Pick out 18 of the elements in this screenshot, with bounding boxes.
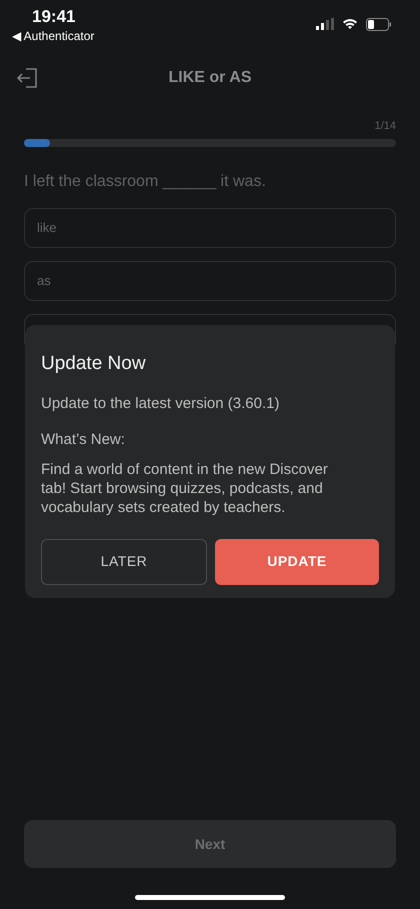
status-time: 19:41	[32, 6, 76, 28]
update-button[interactable]: UPDATE	[215, 538, 379, 584]
whats-new-label: What’s New:	[41, 430, 126, 450]
exit-icon	[16, 68, 38, 88]
signal-icon	[316, 18, 334, 30]
question-text: I left the classroom ______ it was.	[24, 172, 267, 192]
battery-icon	[366, 18, 392, 31]
wifi-icon	[342, 18, 358, 30]
whats-new-text: Find a world of content in the new Discover tab! Start browsing quizzes, podcasts, and vocabulary sets created by teachers.	[41, 460, 329, 516]
exit-button[interactable]	[16, 66, 38, 90]
screen-title: LIKE or AS	[168, 69, 252, 86]
back-to-app-link[interactable]: ◀ Authenticator	[12, 28, 94, 44]
dialog-title: Update Now	[41, 352, 147, 376]
answer-option[interactable]: like	[24, 208, 396, 248]
later-button[interactable]: LATER	[41, 538, 207, 584]
answer-option[interactable]: as	[24, 260, 396, 300]
version-text: Update to the latest version (3.60.1)	[41, 394, 280, 414]
question-counter: 1/14	[374, 120, 396, 132]
